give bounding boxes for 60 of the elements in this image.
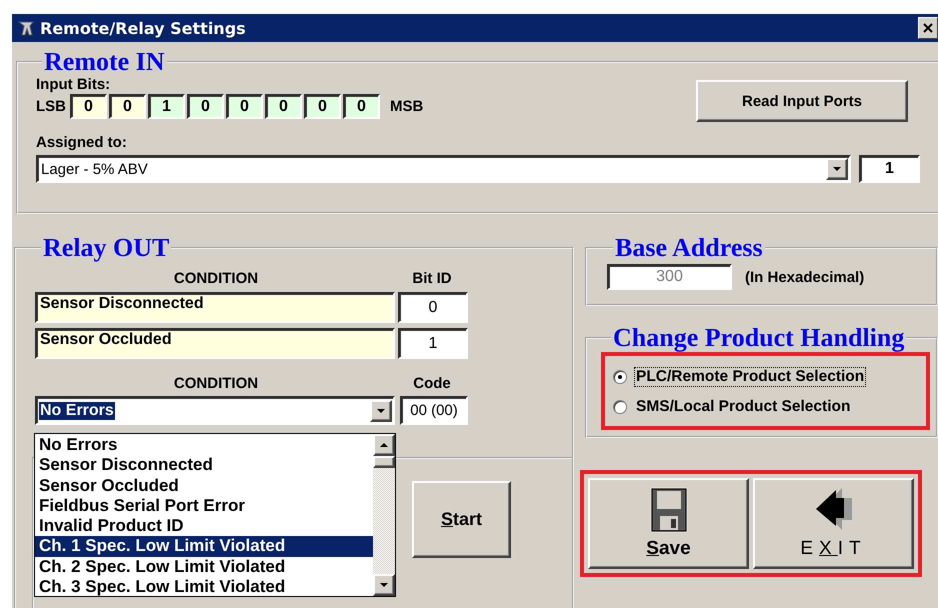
radio-button[interactable]: [613, 370, 627, 384]
column-header: Code: [412, 375, 452, 392]
column-header: CONDITION: [172, 270, 260, 287]
bit-field: 0: [265, 94, 302, 119]
close-button[interactable]: [918, 17, 938, 39]
radio-label[interactable]: PLC/Remote Product Selection: [635, 368, 866, 386]
bit-id-field[interactable]: 1: [398, 328, 468, 359]
dropdown-option[interactable]: Sensor Occluded: [35, 476, 373, 496]
read-input-ports-button[interactable]: Read Input Ports: [696, 80, 908, 122]
msb-label: MSB: [390, 98, 424, 115]
dropdown-option[interactable]: Ch. 2 Spec. Low Limit Violated: [35, 556, 373, 578]
number-field[interactable]: 1: [859, 155, 920, 183]
group-title: Change Product Handling: [612, 324, 906, 352]
condition-field: Sensor Disconnected: [35, 292, 395, 323]
code-field[interactable]: 00 (00): [400, 396, 468, 425]
scroll-thumb[interactable]: [373, 456, 395, 468]
column-header: Bit ID: [411, 270, 453, 287]
dropdown-option[interactable]: No Errors: [35, 435, 373, 456]
bit-field: 1: [148, 94, 185, 119]
scroll-up-button[interactable]: [373, 434, 395, 456]
bit-field: 0: [226, 94, 263, 119]
up-arrow-icon: [380, 443, 388, 447]
window-title: Remote/Relay Settings: [40, 18, 247, 38]
left-arrow-icon: [814, 488, 854, 532]
radio-label[interactable]: SMS/Local Product Selection: [635, 398, 852, 416]
radio-button[interactable]: [613, 400, 627, 414]
caret-icon: [377, 408, 385, 412]
group-title: Remote IN: [43, 48, 166, 76]
condition-field: Sensor Occluded: [35, 328, 395, 359]
close-icon: [923, 23, 933, 33]
field-label: Input Bits:: [36, 76, 112, 93]
dropdown-value: Lager - 5% ABV: [41, 160, 148, 178]
start-button[interactable]: Start: [412, 481, 511, 558]
lsb-label: LSB: [36, 98, 66, 115]
dropdown-value: No Errors: [39, 402, 115, 420]
column-header: CONDITION: [172, 375, 260, 392]
group-title: Base Address: [614, 234, 764, 262]
dropdown-option[interactable]: Sensor Disconnected: [35, 455, 373, 476]
dropdown-option[interactable]: Fieldbus Serial Port Error: [35, 496, 373, 516]
action-button[interactable]: Save: [588, 478, 749, 569]
bit-field: 0: [343, 94, 380, 119]
dropdown-option[interactable]: Ch. 1 Spec. Low Limit Violated: [35, 536, 373, 557]
dropdown-button[interactable]: [826, 158, 848, 180]
product-dropdown[interactable]: Lager - 5% ABV: [36, 155, 851, 183]
caret-icon: [833, 167, 841, 171]
dropdown-option[interactable]: Ch. 3 Spec. Low Limit Violated: [35, 577, 373, 598]
bit-field: 0: [70, 94, 107, 119]
dropdown-button[interactable]: [370, 400, 392, 422]
bit-field: 0: [304, 94, 341, 119]
scroll-down-button[interactable]: [373, 574, 395, 596]
condition-dropdown[interactable]: No Errors: [35, 396, 395, 425]
hint-text: (In Hexadecimal): [745, 268, 864, 286]
field-label: Assigned to:: [36, 134, 128, 151]
bit-field: 0: [109, 94, 146, 119]
bit-field: 0: [187, 94, 224, 119]
scrollbar[interactable]: [373, 434, 395, 596]
group-title: Relay OUT: [42, 234, 170, 262]
down-arrow-icon: [380, 583, 388, 587]
bit-id-field[interactable]: 0: [398, 292, 468, 323]
dropdown-option[interactable]: Invalid Product ID: [35, 516, 373, 536]
